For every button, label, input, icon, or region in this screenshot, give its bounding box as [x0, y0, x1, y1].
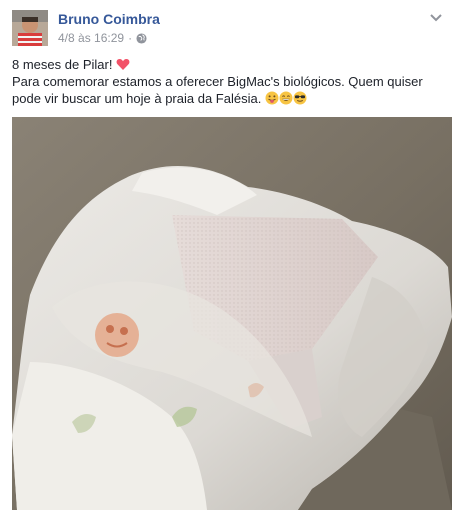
post-line-2: Para comemorar estamos a oferecer BigMac… [12, 73, 446, 107]
author-name[interactable]: Bruno Coimbra [58, 11, 160, 27]
avatar[interactable] [12, 10, 48, 46]
post-photo[interactable] [12, 117, 452, 510]
heart-icon [116, 59, 130, 70]
sunglasses-emoji [293, 91, 307, 105]
post-line-1: 8 meses de Pilar! [12, 56, 446, 73]
meta-separator: · [128, 31, 133, 45]
grin-emoji [279, 91, 293, 105]
post-text: 8 meses de Pilar! Para comemorar estamos… [12, 56, 446, 107]
post-meta: 4/8 às 16:29 · [58, 31, 147, 45]
facebook-post: Bruno Coimbra 4/8 às 16:29 · 8 meses de … [0, 0, 456, 510]
tongue-out-emoji [265, 91, 279, 105]
chevron-down-icon[interactable] [428, 12, 444, 24]
globe-icon[interactable] [136, 32, 147, 44]
post-header: Bruno Coimbra 4/8 às 16:29 · [12, 10, 444, 46]
post-date[interactable]: 4/8 às 16:29 [58, 31, 124, 45]
post-line-2-text: Para comemorar estamos a oferecer BigMac… [12, 74, 423, 106]
post-line-1-text: 8 meses de Pilar! [12, 57, 113, 72]
